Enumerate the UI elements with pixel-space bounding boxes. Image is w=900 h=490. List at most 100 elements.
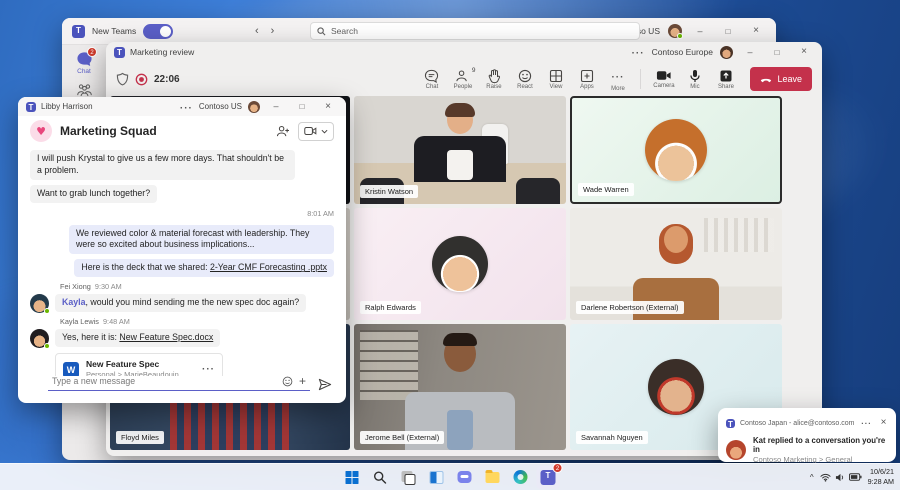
leave-button[interactable]: Leave <box>750 67 812 91</box>
speaker-icon[interactable] <box>835 473 845 482</box>
toast-title: Kat replied to a conversation you're in <box>753 436 886 454</box>
taskbar-clock[interactable]: 10/6/21 9:28 AM <box>868 467 894 486</box>
taskbar-search-button[interactable] <box>369 466 392 489</box>
participant-name: Darlene Robertson (External) <box>576 301 684 314</box>
raise-hand-button[interactable]: Raise <box>479 68 508 90</box>
new-teams-toggle-label: New Teams <box>92 26 137 36</box>
sender-avatar[interactable] <box>30 328 50 349</box>
more-button[interactable]: More <box>603 67 632 92</box>
chat-icon <box>457 471 471 483</box>
minimize-button[interactable] <box>266 102 286 111</box>
camera-icon <box>656 71 671 80</box>
share-screen-icon <box>720 70 732 81</box>
message-bubble[interactable]: Want to grab lunch together? <box>30 184 158 203</box>
new-teams-toggle[interactable] <box>143 23 174 39</box>
search-bar[interactable] <box>310 22 640 40</box>
sidebar-item-chat[interactable]: 2 Chat <box>62 47 106 75</box>
record-icon <box>135 73 148 85</box>
meeting-people-button[interactable]: 9 People <box>448 66 477 90</box>
message-input[interactable] <box>52 376 276 386</box>
chat-window-title: Libby Harrison <box>41 102 93 111</box>
send-icon[interactable] <box>318 378 332 391</box>
meeting-chat-button[interactable]: Chat <box>417 69 446 90</box>
file-link[interactable]: New Feature Spec.docx <box>119 332 213 342</box>
message-bubble[interactable]: I will push Krystal to give us a few mor… <box>30 150 295 180</box>
react-button[interactable]: React <box>510 69 539 90</box>
message-bubble[interactable]: Yes, here it is: New Feature Spec.docx <box>55 328 221 347</box>
teams-logo-icon <box>540 469 556 485</box>
back-arrow-icon[interactable]: ‹ <box>255 25 259 37</box>
video-tile-darlene[interactable]: Darlene Robertson (External) <box>570 208 782 320</box>
message-bubble-own[interactable]: Here is the deck that we shared: 2-Year … <box>74 259 334 278</box>
maximize-button[interactable] <box>718 27 738 36</box>
sender-line: Fei Xiong 9:30 AM <box>60 282 122 292</box>
file-explorer-button[interactable] <box>481 466 504 489</box>
attach-plus-icon[interactable]: + <box>299 375 306 387</box>
minimize-button[interactable] <box>740 48 760 57</box>
file-link[interactable]: 2-Year CMF Forecasting .pptx <box>210 262 327 272</box>
close-button[interactable] <box>318 102 338 112</box>
video-tile-ralph[interactable]: Ralph Edwards <box>354 208 566 320</box>
participant-name: Ralph Edwards <box>360 301 421 314</box>
emoji-icon[interactable] <box>282 376 293 387</box>
more-options-icon[interactable] <box>632 43 645 61</box>
sidebar-chat-label: Chat <box>77 68 91 75</box>
toast-more-icon[interactable] <box>861 416 871 430</box>
maximize-button[interactable] <box>767 48 787 57</box>
edge-button[interactable] <box>509 466 532 489</box>
sender-line: Kayla Lewis 9:48 AM <box>60 316 130 326</box>
system-tray: ^ 10/6/21 9:28 AM <box>810 467 894 486</box>
minimize-button[interactable] <box>690 27 710 36</box>
start-button[interactable] <box>341 466 364 489</box>
notification-toast[interactable]: Contoso Japan - alice@contoso.com Kat re… <box>718 408 896 464</box>
teams-taskbar-button[interactable]: 2 <box>536 462 563 490</box>
meeting-title: Marketing review <box>130 47 195 57</box>
participant-name: Wade Warren <box>578 183 634 196</box>
maximize-button[interactable] <box>292 102 312 111</box>
apps-button[interactable]: Apps <box>572 69 601 90</box>
wifi-icon[interactable] <box>820 473 831 482</box>
view-button[interactable]: View <box>541 69 570 90</box>
user-avatar[interactable] <box>720 45 733 59</box>
chat-button[interactable] <box>453 466 476 489</box>
teams-taskbar-badge: 2 <box>552 462 563 473</box>
raise-hand-icon <box>488 68 500 83</box>
chat-window: Libby Harrison Contoso US ♥ Marketing Sq… <box>18 97 346 403</box>
user-avatar[interactable] <box>668 24 683 39</box>
video-tile-jerome[interactable]: Jerome Bell (External) <box>354 324 566 450</box>
share-button[interactable]: Share <box>711 69 740 90</box>
battery-icon[interactable] <box>848 473 862 481</box>
more-options-icon[interactable] <box>180 98 193 116</box>
add-person-icon[interactable] <box>276 125 290 137</box>
toast-body[interactable]: Kat replied to a conversation you're in … <box>718 434 896 466</box>
sender-avatar[interactable] <box>30 293 50 314</box>
mention[interactable]: Kayla <box>62 297 85 307</box>
close-button[interactable] <box>746 26 766 36</box>
widgets-button[interactable] <box>425 466 448 489</box>
compose-field[interactable]: + <box>48 372 310 391</box>
tenant-label[interactable]: Contoso US <box>199 102 242 111</box>
user-avatar[interactable] <box>248 100 260 113</box>
mic-button[interactable]: Mic <box>680 69 709 90</box>
compose-bar: + <box>48 372 332 391</box>
video-call-button[interactable] <box>298 121 334 141</box>
task-view-button[interactable] <box>397 466 420 489</box>
people-count: 9 <box>471 66 476 74</box>
search-icon <box>317 26 326 35</box>
close-button[interactable] <box>794 47 814 57</box>
teams-logo-icon <box>726 418 735 429</box>
meeting-titlebar: Marketing review Contoso Europe <box>106 42 822 62</box>
video-tile-wade[interactable]: Wade Warren <box>570 96 782 204</box>
forward-arrow-icon[interactable]: › <box>271 25 275 37</box>
toast-close-icon[interactable] <box>879 418 889 428</box>
tenant-label[interactable]: Contoso Europe <box>652 47 713 57</box>
message-bubble-own[interactable]: We reviewed color & material forecast wi… <box>69 224 334 255</box>
teams-logo-icon <box>72 24 85 38</box>
search-input[interactable] <box>331 26 633 36</box>
video-tile-kristin[interactable]: Kristin Watson <box>354 96 566 204</box>
camera-button[interactable]: Camera <box>649 69 678 89</box>
smiley-icon <box>518 69 532 82</box>
taskbar-center: 2 <box>341 462 563 490</box>
message-bubble[interactable]: Kayla, would you mind sending me the new… <box>55 293 307 312</box>
tray-expand-icon[interactable]: ^ <box>810 473 814 482</box>
